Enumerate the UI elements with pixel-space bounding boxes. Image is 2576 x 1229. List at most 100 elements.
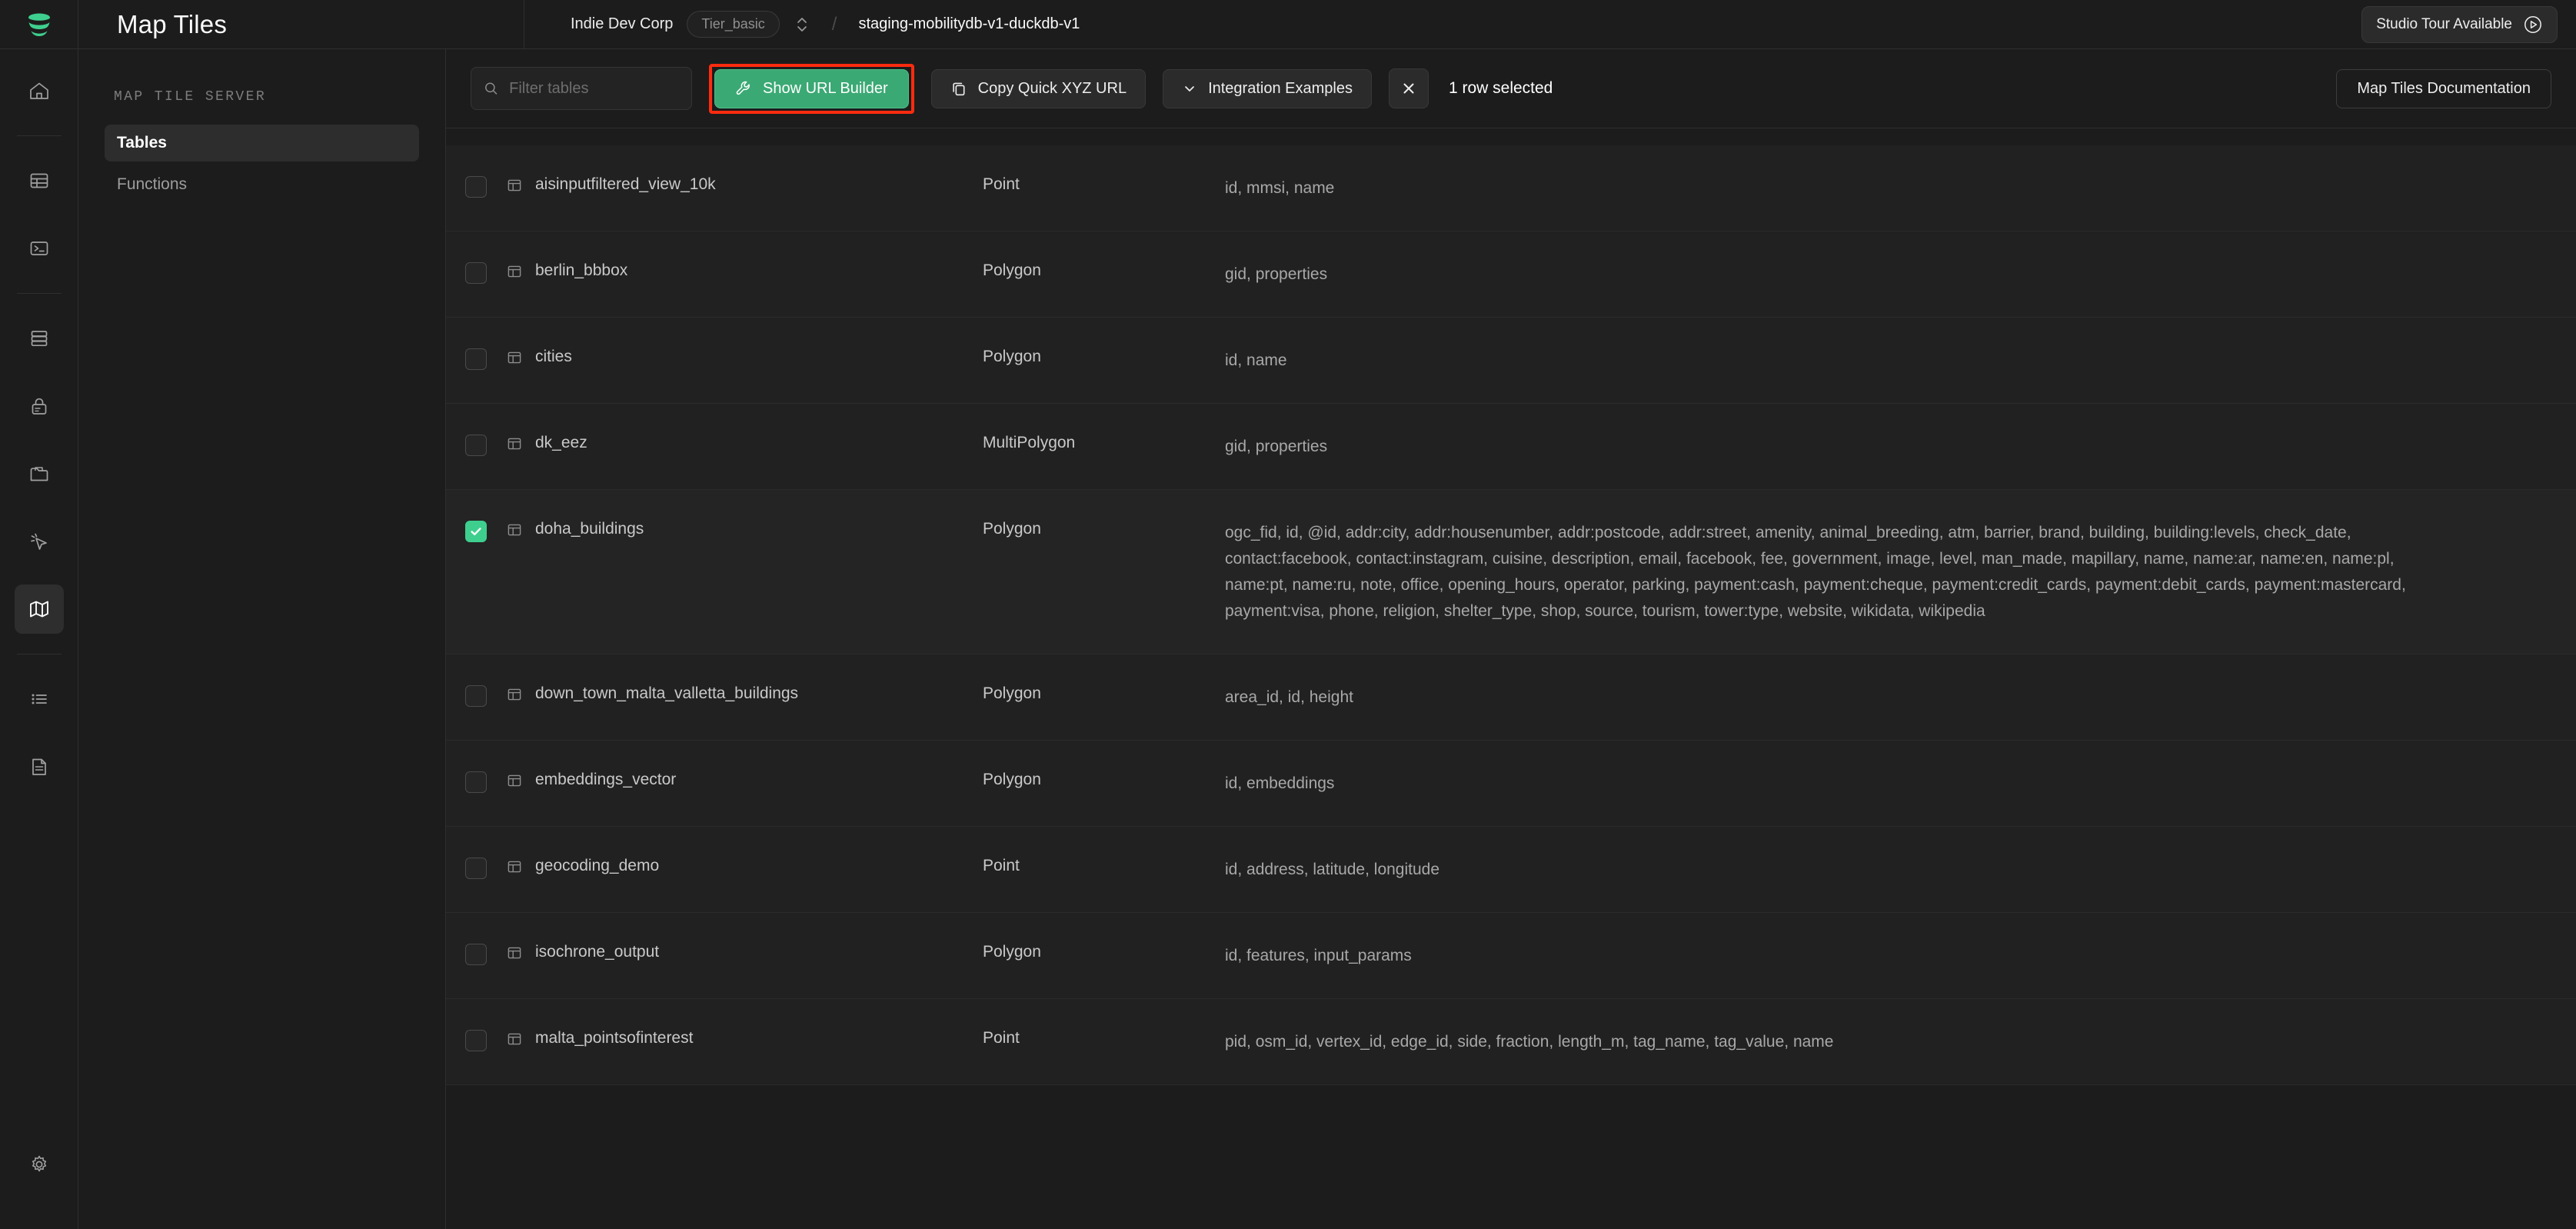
geometry-type: Point [983, 175, 1020, 193]
row-checkbox[interactable] [465, 1030, 487, 1052]
gear-icon [32, 1155, 46, 1172]
sidebar-item-storage[interactable] [15, 449, 64, 498]
row-select-cell [446, 261, 506, 285]
row-checkbox[interactable] [465, 685, 487, 708]
chevron-down-icon [1185, 86, 1194, 92]
copy-quick-xyz-url-button[interactable]: Copy Quick XYZ URL [930, 68, 1147, 108]
table-row[interactable]: malta_pointsofinterest Point pid, osm_id, … [446, 999, 2576, 1086]
row-checkbox[interactable] [465, 521, 487, 543]
sidebar-item-table-editor[interactable] [15, 156, 64, 205]
row-name-cell: geocoding_demo [506, 856, 983, 879]
panel-item-label: Tables [117, 134, 167, 152]
row-checkbox[interactable] [465, 944, 487, 966]
table-name: aisinputfiltered_view_10k [535, 175, 716, 193]
geometry-type: Polygon [983, 943, 1041, 961]
tables-list-scroll[interactable]: aisinputfiltered_view_10k Point id, mmsi, … [446, 128, 2576, 1229]
sidebar-item-home[interactable] [15, 66, 64, 115]
row-checkbox[interactable] [465, 771, 487, 794]
row-select-cell [446, 175, 506, 198]
panel-item-tables[interactable]: Tables [105, 125, 419, 162]
page-title: Map Tiles [117, 9, 228, 38]
columns-list: id, features, input_params [1225, 947, 1412, 965]
table-icon [506, 261, 523, 284]
table-name: malta_pointsofinterest [535, 1029, 694, 1047]
lock-icon [32, 398, 46, 415]
topbar-actions: Studio Tour Available [2361, 0, 2576, 48]
table-name: cities [535, 348, 572, 366]
table-row[interactable]: embeddings_vector Polygon id, embeddings [446, 741, 2576, 828]
table-row-icon [508, 947, 521, 959]
list-icon [32, 694, 47, 704]
table-row-icon [508, 1033, 521, 1045]
table-row[interactable]: doha_buildings Polygon ogc_fid, id, @id, a… [446, 490, 2576, 655]
table-row-icon [508, 524, 521, 536]
sidebar-item-database[interactable] [15, 314, 64, 363]
show-url-builder-button[interactable]: Show URL Builder [714, 68, 909, 108]
row-checkbox[interactable] [465, 348, 487, 371]
sidebar-item-settings[interactable] [15, 1140, 64, 1189]
row-name-cell: berlin_bbbox [506, 261, 983, 284]
table-name: isochrone_output [535, 943, 660, 961]
panel-heading: MAP TILE SERVER [114, 89, 267, 105]
table-icon [506, 348, 523, 370]
studio-tour-button[interactable]: Studio Tour Available [2361, 5, 2558, 43]
filter-tables-box[interactable] [471, 67, 692, 110]
table-row[interactable]: aisinputfiltered_view_10k Point id, mmsi, … [446, 145, 2576, 232]
row-name-cell: down_town_malta_valletta_buildings [506, 684, 983, 707]
table-row[interactable]: berlin_bbbox Polygon gid, properties [446, 231, 2576, 318]
table-name: berlin_bbbox [535, 261, 628, 280]
row-checkbox[interactable] [465, 262, 487, 285]
row-name-cell: dk_eez [506, 433, 983, 456]
sidebar-item-logs[interactable] [15, 674, 64, 724]
rail-divider-2 [16, 293, 62, 294]
org-switcher-button[interactable] [794, 13, 810, 36]
integration-examples-button[interactable]: Integration Examples [1163, 68, 1372, 108]
sidebar-item-sql-editor[interactable] [15, 224, 64, 273]
row-name-cell: cities [506, 347, 983, 370]
map-tiles-documentation-button[interactable]: Map Tiles Documentation [2336, 68, 2551, 108]
sidebar-item-map-tiles[interactable] [14, 585, 64, 634]
clear-selection-button[interactable] [1388, 68, 1429, 108]
sidebar-item-reports[interactable] [15, 742, 64, 791]
tier-badge: Tier_basic [687, 11, 780, 38]
map-tiles-documentation-label: Map Tiles Documentation [2357, 79, 2531, 97]
show-url-builder-highlight: Show URL Builder [709, 63, 914, 114]
geometry-type: Point [983, 857, 1020, 875]
columns-list: gid, properties [1225, 438, 1328, 456]
integration-examples-label: Integration Examples [1208, 79, 1353, 97]
table-row[interactable]: cities Polygon id, name [446, 318, 2576, 405]
table-name: down_town_malta_valletta_buildings [535, 684, 799, 703]
table-name: doha_buildings [535, 520, 644, 538]
play-circle-icon [2524, 15, 2541, 33]
map-icon [29, 601, 48, 618]
breadcrumb-project[interactable]: staging-mobilitydb-v1-duckdb-v1 [858, 15, 1080, 33]
table-icon [506, 1029, 523, 1051]
sidebar-item-authentication[interactable] [15, 381, 64, 431]
search-input[interactable] [509, 79, 679, 98]
table-row[interactable]: down_town_malta_valletta_buildings Polygo… [446, 654, 2576, 741]
main-content: Show URL Builder Copy Quick XYZ URL Inte… [446, 49, 2576, 1229]
table-row-icon [508, 438, 521, 450]
home-icon [29, 82, 48, 99]
panel-item-label: Functions [117, 175, 188, 193]
table-icon [506, 771, 523, 793]
cursor-click-icon [30, 533, 47, 550]
nav-rail [0, 49, 78, 1229]
table-row[interactable]: dk_eez MultiPolygon gid, properties [446, 404, 2576, 491]
row-select-cell [446, 347, 506, 371]
table-row-icon [508, 688, 521, 701]
row-checkbox[interactable] [465, 435, 487, 457]
table-row-icon [508, 179, 521, 192]
table-icon [506, 520, 523, 542]
geometry-type: Point [983, 1029, 1020, 1047]
columns-list: ogc_fid, id, @id, addr:city, addr:housen… [1225, 524, 2406, 621]
table-row[interactable]: geocoding_demo Point id, address, latitude… [446, 827, 2576, 914]
row-checkbox[interactable] [465, 858, 487, 880]
panel-item-functions[interactable]: Functions [105, 166, 419, 203]
table-row[interactable]: isochrone_output Polygon id, features, inp… [446, 913, 2576, 1000]
row-checkbox[interactable] [465, 176, 487, 198]
breadcrumb: Indie Dev Corp Tier_basic / staging-mobi… [524, 0, 2361, 48]
breadcrumb-org[interactable]: Indie Dev Corp [571, 15, 673, 33]
app-logo[interactable] [0, 0, 78, 48]
sidebar-item-edge-functions[interactable] [15, 517, 64, 566]
